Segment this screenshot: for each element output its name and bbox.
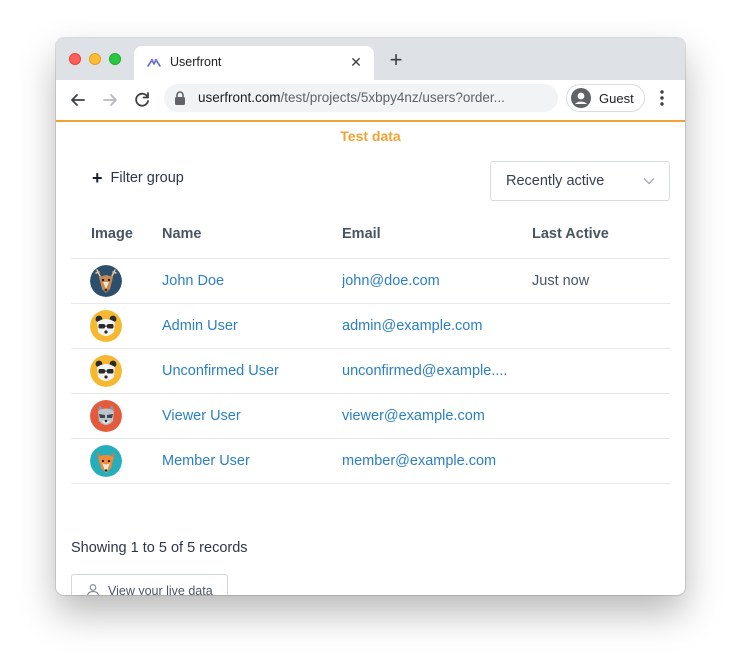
plus-icon: + (92, 168, 103, 188)
close-window-button[interactable] (69, 53, 81, 65)
column-header-email: Email (342, 226, 381, 242)
filter-group-label: Filter group (110, 170, 184, 186)
browser-tab[interactable]: Userfront ✕ (134, 46, 374, 80)
lock-icon (175, 91, 185, 105)
forward-arrow-icon[interactable] (99, 89, 121, 111)
panda-avatar-icon (90, 355, 122, 387)
user-name-link[interactable]: Unconfirmed User (162, 363, 279, 379)
user-name-link[interactable]: Viewer User (162, 408, 241, 424)
user-email-link[interactable]: unconfirmed@example.... (342, 363, 518, 379)
person-circle-icon (571, 88, 591, 108)
users-table: Image Name Email Last Active John Doe jo… (71, 214, 670, 484)
table-row[interactable]: Unconfirmed User unconfirmed@example.... (71, 348, 670, 393)
raccoon-avatar-icon (90, 400, 122, 432)
filter-group-button[interactable]: + Filter group (92, 168, 184, 188)
browser-toolbar: userfront.com/test/projects/5xbpy4nz/use… (56, 80, 685, 120)
more-menu-icon[interactable] (656, 88, 668, 108)
url-text: userfront.com/test/projects/5xbpy4nz/use… (198, 90, 505, 105)
table-header: Image Name Email Last Active (71, 214, 670, 258)
column-header-name: Name (162, 226, 202, 242)
reload-icon[interactable] (131, 89, 153, 111)
user-email-link[interactable]: admin@example.com (342, 318, 518, 334)
table-divider (71, 483, 670, 484)
column-header-image: Image (91, 226, 133, 242)
records-count-text: Showing 1 to 5 of 5 records (71, 540, 248, 556)
test-data-banner: Test data (340, 128, 401, 144)
maximize-window-button[interactable] (109, 53, 121, 65)
user-last-active: Just now (532, 273, 590, 289)
page-content: Test data + Filter group Recently active… (56, 122, 685, 595)
tab-title: Userfront (170, 55, 222, 69)
fox-avatar-icon (90, 445, 122, 477)
user-outline-icon (87, 584, 99, 595)
table-row[interactable]: John Doe john@doe.com Just now (71, 258, 670, 303)
user-email-link[interactable]: viewer@example.com (342, 408, 518, 424)
user-name-link[interactable]: Admin User (162, 318, 238, 334)
user-email-link[interactable]: john@doe.com (342, 273, 518, 289)
deer-avatar-icon (90, 265, 122, 297)
new-tab-icon[interactable]: + (386, 49, 406, 71)
profile-label: Guest (599, 91, 634, 106)
browser-window: Userfront ✕ + userfront.com/test/project… (56, 38, 685, 595)
profile-button[interactable]: Guest (566, 84, 645, 112)
view-live-data-button[interactable]: View your live data (71, 574, 228, 595)
view-live-data-label: View your live data (108, 584, 213, 595)
table-row[interactable]: Member User member@example.com (71, 438, 670, 483)
sort-select-value: Recently active (506, 173, 605, 189)
address-bar[interactable]: userfront.com/test/projects/5xbpy4nz/use… (164, 84, 558, 112)
url-host: userfront.com (198, 90, 281, 105)
back-arrow-icon[interactable] (67, 89, 89, 111)
user-name-link[interactable]: John Doe (162, 273, 224, 289)
chevron-down-icon (643, 178, 655, 185)
table-row[interactable]: Admin User admin@example.com (71, 303, 670, 348)
panda-avatar-icon (90, 310, 122, 342)
minimize-window-button[interactable] (89, 53, 101, 65)
tab-strip: Userfront ✕ + (56, 38, 685, 80)
column-header-last-active[interactable]: Last Active (532, 226, 609, 242)
userfront-logo-icon (147, 58, 161, 67)
tab-close-icon[interactable]: ✕ (348, 54, 364, 70)
url-path: /test/projects/5xbpy4nz/users?order... (280, 90, 505, 105)
user-name-link[interactable]: Member User (162, 453, 250, 469)
user-email-link[interactable]: member@example.com (342, 453, 518, 469)
table-row[interactable]: Viewer User viewer@example.com (71, 393, 670, 438)
sort-select[interactable]: Recently active (490, 161, 670, 201)
